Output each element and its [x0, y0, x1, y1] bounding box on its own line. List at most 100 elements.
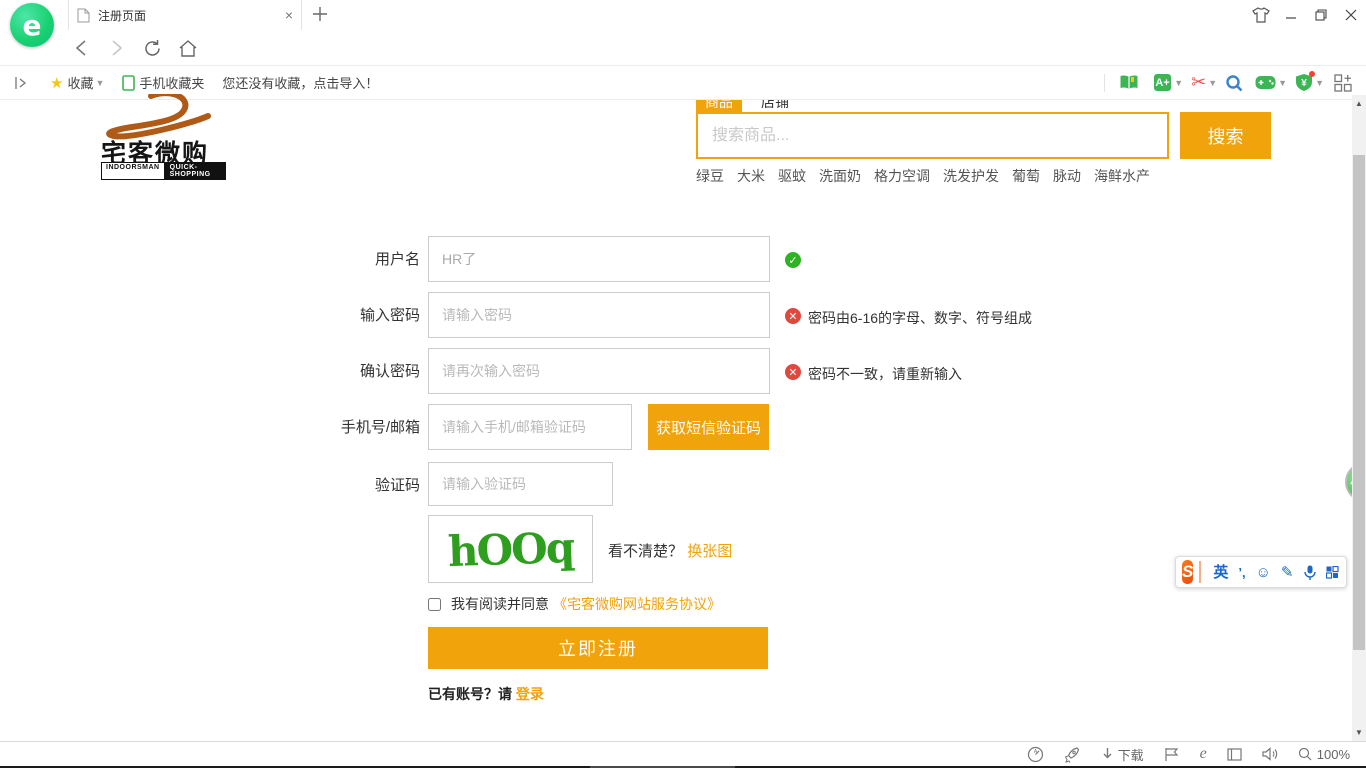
tab-close-icon[interactable]: ×	[285, 7, 293, 23]
sogou-logo-icon[interactable]: S	[1182, 560, 1193, 584]
login-link[interactable]: 登录	[516, 686, 544, 702]
vertical-scrollbar[interactable]: ▲ ▼	[1352, 95, 1366, 741]
logo-badge-right: QUICK-SHOPPING	[165, 162, 226, 180]
get-sms-code-button[interactable]: 获取短信验证码	[648, 404, 769, 450]
extensions-grid-icon[interactable]	[1334, 74, 1352, 92]
phone-email-input[interactable]	[429, 405, 631, 449]
ime-emoji-icon[interactable]: ☺	[1256, 565, 1271, 580]
site-logo[interactable]: 宅客微购 INDOORSMAN QUICK-SHOPPING	[96, 94, 226, 186]
browser-logo-icon[interactable]: e	[10, 3, 58, 51]
zoom-control[interactable]: 100%	[1298, 747, 1350, 762]
chevron-down-icon[interactable]: ▼	[1208, 78, 1217, 88]
hot-keyword-link[interactable]: 大米	[737, 168, 765, 184]
status-bar: A 下载 e 100%	[0, 741, 1366, 766]
rocket-boost-icon[interactable]	[1064, 746, 1081, 763]
captcha-field-wrap	[428, 462, 613, 506]
hot-keyword-link[interactable]: 海鲜水产	[1094, 168, 1150, 184]
notification-dot	[1309, 71, 1315, 77]
restore-button[interactable]	[1306, 0, 1336, 30]
phone-email-label: 手机号/邮箱	[230, 416, 420, 437]
password-error-message: 密码由6-16的字母、数字、符号组成	[808, 308, 1032, 328]
scroll-down-icon[interactable]: ▼	[1352, 728, 1366, 737]
hot-keyword-link[interactable]: 绿豆	[696, 168, 724, 184]
register-button[interactable]: 立即注册	[428, 627, 768, 669]
close-button[interactable]	[1336, 0, 1366, 30]
browser-tab[interactable]: 注册页面 ×	[68, 0, 302, 30]
tab-title: 注册页面	[98, 7, 285, 24]
tab-shops[interactable]: 店铺	[752, 100, 798, 112]
favorites-star-icon[interactable]: ★	[50, 74, 63, 92]
scroll-up-icon[interactable]: ▲	[1352, 99, 1366, 108]
download-icon	[1101, 747, 1114, 762]
favorites-label[interactable]: 收藏	[67, 73, 93, 92]
refresh-icon[interactable]	[140, 36, 164, 60]
ime-language-toggle[interactable]: 英	[1213, 565, 1228, 580]
search-button[interactable]: 搜索	[1180, 112, 1271, 159]
confirm-error-message: 密码不一致，请重新输入	[808, 364, 962, 384]
tab-goods[interactable]: 商品	[696, 100, 742, 112]
minimize-button[interactable]	[1276, 0, 1306, 30]
games-gamepad-icon[interactable]	[1255, 75, 1276, 90]
skin-theme-icon[interactable]	[1246, 0, 1276, 30]
zoom-icon	[1298, 747, 1312, 761]
chevron-down-icon[interactable]: ▼	[1174, 78, 1183, 88]
new-tab-button[interactable]	[310, 4, 330, 24]
phone-field-wrap	[428, 404, 632, 450]
product-search-input[interactable]	[698, 114, 1167, 157]
report-flag-icon[interactable]	[1164, 747, 1180, 762]
username-valid-check-icon: ✓	[785, 252, 801, 268]
reading-mode-icon[interactable]	[1119, 74, 1139, 91]
home-icon[interactable]	[176, 36, 200, 60]
captcha-image[interactable]: hOOq	[428, 515, 593, 583]
hot-keyword-link[interactable]: 洗发护发	[943, 168, 999, 184]
translate-icon[interactable]: A+	[1153, 73, 1172, 92]
hot-keyword-link[interactable]: 驱蚊	[778, 168, 806, 184]
wallet-shield-icon[interactable]: ¥	[1295, 73, 1313, 92]
back-icon[interactable]	[70, 36, 94, 60]
change-captcha-link[interactable]: 换张图	[687, 543, 732, 560]
forward-icon[interactable]	[104, 36, 128, 60]
hot-keyword-link[interactable]: 格力空调	[874, 168, 930, 184]
ime-toolbox-icon[interactable]	[1326, 566, 1339, 579]
collapse-sidebar-icon[interactable]	[14, 76, 28, 90]
login-hint-row: 已有账号？请 登录	[428, 684, 544, 704]
ime-pencil-icon[interactable]: ✎	[1281, 565, 1294, 580]
ime-punctuation-icon[interactable]: ’,	[1238, 566, 1245, 579]
accelerator-icon[interactable]: A	[1027, 746, 1044, 763]
captcha-input[interactable]	[429, 463, 612, 505]
download-item[interactable]: 下载	[1101, 745, 1144, 764]
password-field-wrap	[428, 292, 770, 338]
password-key-icon[interactable]	[1225, 74, 1243, 92]
hot-keyword-link[interactable]: 葡萄	[1012, 168, 1040, 184]
captcha-hint-text: 看不清楚？	[608, 543, 683, 560]
mobile-favorites-icon[interactable]	[122, 75, 135, 91]
service-agreement-link[interactable]: 《宅客微购网站服务协议》	[553, 594, 721, 614]
svg-text:A+: A+	[1156, 77, 1170, 89]
sogou-ime-bar[interactable]: S 英 ’, ☺ ✎	[1175, 556, 1347, 588]
screenshot-scissors-icon[interactable]: ✂	[1191, 72, 1206, 93]
username-label: 用户名	[230, 248, 420, 269]
username-field-wrap	[428, 236, 770, 282]
window-layout-icon[interactable]	[1227, 748, 1242, 761]
captcha-hint-row: 看不清楚？ 换张图	[608, 540, 732, 561]
agreement-checkbox[interactable]	[428, 598, 441, 611]
password-input[interactable]	[429, 293, 769, 337]
confirm-password-input[interactable]	[429, 349, 769, 393]
ie-compat-icon[interactable]: e	[1200, 745, 1207, 763]
import-favorites-hint[interactable]: 您还没有收藏，点击导入！	[222, 73, 378, 92]
logo-badge-left: INDOORSMAN	[101, 162, 165, 180]
chevron-down-icon[interactable]: ▼	[1278, 78, 1287, 88]
hot-keyword-link[interactable]: 洗面奶	[819, 168, 861, 184]
speaker-icon[interactable]	[1262, 747, 1278, 761]
product-search-box	[696, 112, 1169, 159]
browser-window: e 注册页面 ×	[0, 0, 1366, 768]
scrollbar-thumb[interactable]	[1353, 155, 1365, 650]
hot-keyword-link[interactable]: 脉动	[1053, 168, 1081, 184]
agreement-text: 我有阅读并同意	[451, 594, 549, 614]
chevron-down-icon[interactable]: ▼	[1315, 78, 1324, 88]
mobile-favorites-label[interactable]: 手机收藏夹	[139, 73, 204, 92]
ime-mic-icon[interactable]	[1304, 565, 1316, 580]
chevron-down-icon[interactable]: ▼	[95, 78, 104, 88]
username-input[interactable]	[429, 237, 769, 281]
captcha-label: 验证码	[230, 474, 420, 495]
